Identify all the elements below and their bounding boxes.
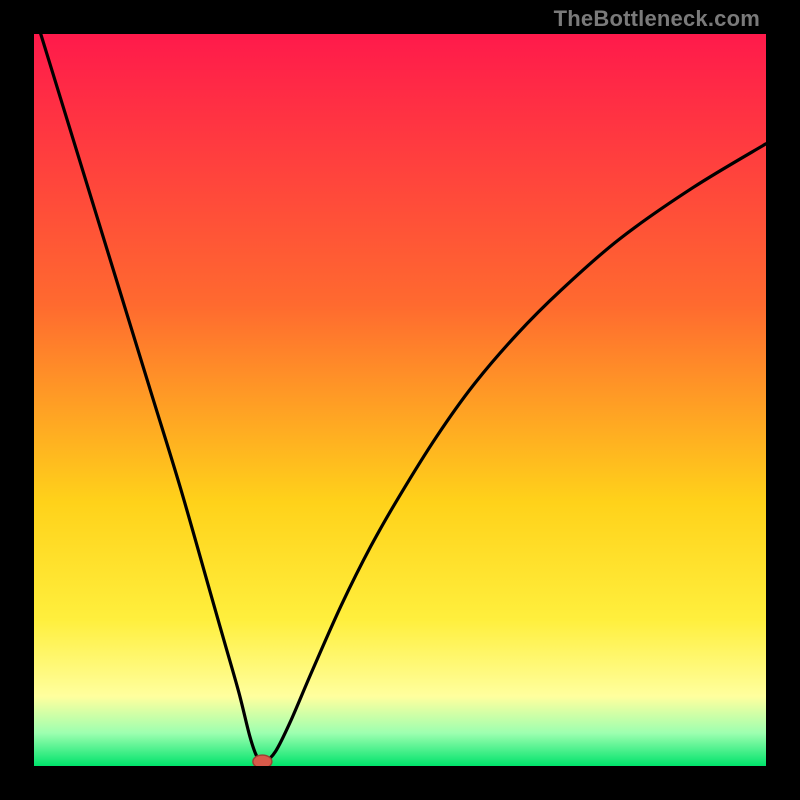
- plot-area: [34, 34, 766, 766]
- gradient-background: [34, 34, 766, 766]
- chart-frame: TheBottleneck.com: [0, 0, 800, 800]
- chart-canvas: [34, 34, 766, 766]
- minimum-marker: [253, 755, 272, 766]
- watermark-label: TheBottleneck.com: [554, 6, 760, 32]
